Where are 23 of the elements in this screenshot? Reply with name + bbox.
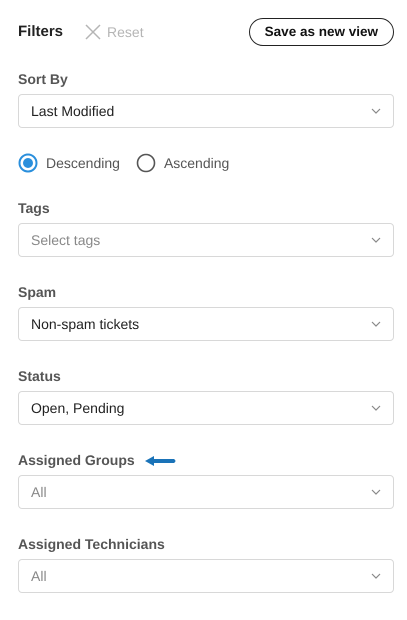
chevron-down-icon	[371, 405, 381, 411]
field-label: Tags	[18, 200, 50, 217]
dropdown-field[interactable]: All	[18, 559, 394, 593]
chevron-down-icon	[371, 108, 381, 114]
dropdown-field[interactable]: Open, Pending	[18, 391, 394, 425]
panel-title: Filters	[18, 22, 64, 42]
field-label: Sort By	[18, 71, 68, 88]
dropdown-field[interactable]: Non-spam tickets	[18, 307, 394, 341]
radio-option[interactable]: Descending	[18, 152, 120, 174]
dropdown-field[interactable]: All	[18, 475, 394, 509]
field-label: Assigned Groups	[18, 452, 135, 469]
close-icon	[85, 24, 102, 40]
field-label: Spam	[18, 284, 56, 301]
radio-option[interactable]: Ascending	[136, 152, 230, 174]
chevron-down-icon	[371, 573, 381, 579]
field-label: Status	[18, 368, 61, 385]
field-label: Assigned Technicians	[18, 536, 165, 553]
dropdown-field[interactable]: Last Modified	[18, 94, 394, 128]
save-view-button[interactable]: Save as new view	[248, 18, 394, 46]
chevron-down-icon	[371, 321, 381, 327]
dropdown-field[interactable]: Select tags	[18, 223, 394, 257]
chevron-down-icon	[371, 237, 381, 243]
chevron-down-icon	[371, 489, 381, 495]
